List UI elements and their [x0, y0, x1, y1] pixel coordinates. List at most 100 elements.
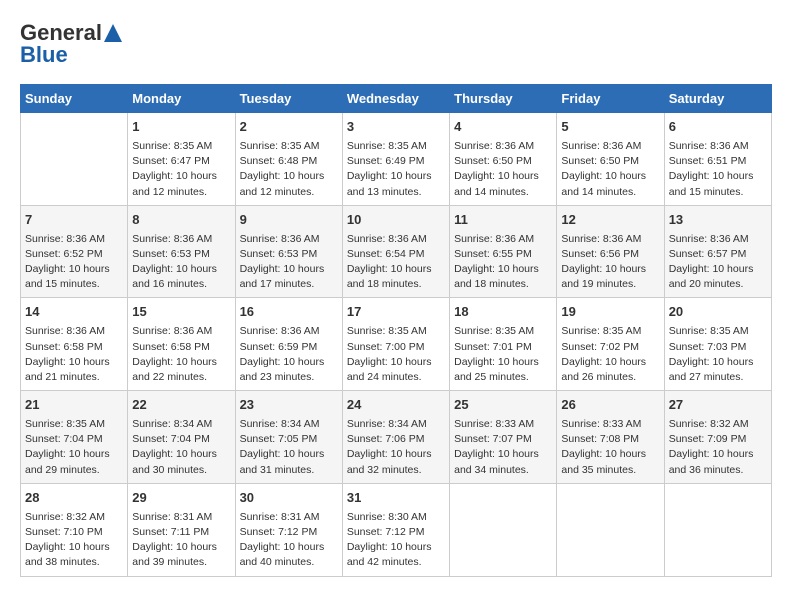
calendar-cell — [21, 113, 128, 206]
calendar-header-row: SundayMondayTuesdayWednesdayThursdayFrid… — [21, 85, 772, 113]
cell-content: Sunrise: 8:36 AM Sunset: 6:58 PM Dayligh… — [25, 324, 123, 385]
calendar-cell: 25 Sunrise: 8:33 AM Sunset: 7:07 PM Dayli… — [450, 391, 557, 484]
cell-content: Sunrise: 8:35 AM Sunset: 7:01 PM Dayligh… — [454, 324, 552, 385]
calendar-cell: 3 Sunrise: 8:35 AM Sunset: 6:49 PM Daylig… — [342, 113, 449, 206]
day-number: 20 — [669, 303, 767, 322]
day-number: 3 — [347, 118, 445, 137]
day-number: 30 — [240, 489, 338, 508]
cell-content: Sunrise: 8:31 AM Sunset: 7:11 PM Dayligh… — [132, 510, 230, 571]
logo: General Blue — [20, 20, 122, 68]
column-header-wednesday: Wednesday — [342, 85, 449, 113]
day-number: 7 — [25, 211, 123, 230]
cell-content: Sunrise: 8:34 AM Sunset: 7:05 PM Dayligh… — [240, 417, 338, 478]
day-number: 22 — [132, 396, 230, 415]
column-header-saturday: Saturday — [664, 85, 771, 113]
cell-content: Sunrise: 8:35 AM Sunset: 7:00 PM Dayligh… — [347, 324, 445, 385]
day-number: 2 — [240, 118, 338, 137]
cell-content: Sunrise: 8:36 AM Sunset: 6:57 PM Dayligh… — [669, 232, 767, 293]
day-number: 10 — [347, 211, 445, 230]
day-number: 13 — [669, 211, 767, 230]
calendar-cell: 27Sunrise: 8:32 AM Sunset: 7:09 PM Dayli… — [664, 391, 771, 484]
cell-content: Sunrise: 8:36 AM Sunset: 6:54 PM Dayligh… — [347, 232, 445, 293]
day-number: 5 — [561, 118, 659, 137]
calendar-cell: 2 Sunrise: 8:35 AM Sunset: 6:48 PM Daylig… — [235, 113, 342, 206]
day-number: 9 — [240, 211, 338, 230]
cell-content: Sunrise: 8:36 AM Sunset: 6:59 PM Dayligh… — [240, 324, 338, 385]
calendar-cell — [557, 483, 664, 576]
calendar-cell: 1Sunrise: 8:35 AM Sunset: 6:47 PM Daylig… — [128, 113, 235, 206]
column-header-friday: Friday — [557, 85, 664, 113]
cell-content: Sunrise: 8:32 AM Sunset: 7:10 PM Dayligh… — [25, 510, 123, 571]
cell-content: Sunrise: 8:35 AM Sunset: 6:48 PM Dayligh… — [240, 139, 338, 200]
calendar-week-5: 28Sunrise: 8:32 AM Sunset: 7:10 PM Dayli… — [21, 483, 772, 576]
calendar-cell — [450, 483, 557, 576]
cell-content: Sunrise: 8:36 AM Sunset: 6:50 PM Dayligh… — [454, 139, 552, 200]
calendar-cell: 26 Sunrise: 8:33 AM Sunset: 7:08 PM Dayli… — [557, 391, 664, 484]
calendar-cell: 16 Sunrise: 8:36 AM Sunset: 6:59 PM Dayli… — [235, 298, 342, 391]
day-number: 26 — [561, 396, 659, 415]
calendar-cell: 12 Sunrise: 8:36 AM Sunset: 6:56 PM Dayli… — [557, 205, 664, 298]
calendar-cell: 22 Sunrise: 8:34 AM Sunset: 7:04 PM Dayli… — [128, 391, 235, 484]
calendar-cell: 18 Sunrise: 8:35 AM Sunset: 7:01 PM Dayli… — [450, 298, 557, 391]
day-number: 11 — [454, 211, 552, 230]
cell-content: Sunrise: 8:36 AM Sunset: 6:50 PM Dayligh… — [561, 139, 659, 200]
cell-content: Sunrise: 8:33 AM Sunset: 7:07 PM Dayligh… — [454, 417, 552, 478]
calendar-cell: 19Sunrise: 8:35 AM Sunset: 7:02 PM Dayli… — [557, 298, 664, 391]
calendar-cell: 4Sunrise: 8:36 AM Sunset: 6:50 PM Daylig… — [450, 113, 557, 206]
cell-content: Sunrise: 8:36 AM Sunset: 6:58 PM Dayligh… — [132, 324, 230, 385]
calendar-cell: 6 Sunrise: 8:36 AM Sunset: 6:51 PM Daylig… — [664, 113, 771, 206]
calendar-cell: 31Sunrise: 8:30 AM Sunset: 7:12 PM Dayli… — [342, 483, 449, 576]
day-number: 25 — [454, 396, 552, 415]
calendar-cell — [664, 483, 771, 576]
cell-content: Sunrise: 8:35 AM Sunset: 6:49 PM Dayligh… — [347, 139, 445, 200]
calendar-week-4: 21 Sunrise: 8:35 AM Sunset: 7:04 PM Dayli… — [21, 391, 772, 484]
calendar-cell: 9 Sunrise: 8:36 AM Sunset: 6:53 PM Daylig… — [235, 205, 342, 298]
logo-icon — [104, 24, 122, 42]
cell-content: Sunrise: 8:36 AM Sunset: 6:53 PM Dayligh… — [240, 232, 338, 293]
calendar-cell: 14 Sunrise: 8:36 AM Sunset: 6:58 PM Dayli… — [21, 298, 128, 391]
logo-blue: Blue — [20, 42, 68, 68]
calendar-cell: 13 Sunrise: 8:36 AM Sunset: 6:57 PM Dayli… — [664, 205, 771, 298]
day-number: 18 — [454, 303, 552, 322]
calendar-cell: 7Sunrise: 8:36 AM Sunset: 6:52 PM Daylig… — [21, 205, 128, 298]
calendar-cell: 30Sunrise: 8:31 AM Sunset: 7:12 PM Dayli… — [235, 483, 342, 576]
calendar-cell: 23 Sunrise: 8:34 AM Sunset: 7:05 PM Dayli… — [235, 391, 342, 484]
cell-content: Sunrise: 8:34 AM Sunset: 7:06 PM Dayligh… — [347, 417, 445, 478]
column-header-tuesday: Tuesday — [235, 85, 342, 113]
day-number: 12 — [561, 211, 659, 230]
calendar-cell: 17 Sunrise: 8:35 AM Sunset: 7:00 PM Dayli… — [342, 298, 449, 391]
column-header-thursday: Thursday — [450, 85, 557, 113]
cell-content: Sunrise: 8:36 AM Sunset: 6:55 PM Dayligh… — [454, 232, 552, 293]
calendar-week-1: 1Sunrise: 8:35 AM Sunset: 6:47 PM Daylig… — [21, 113, 772, 206]
day-number: 23 — [240, 396, 338, 415]
cell-content: Sunrise: 8:32 AM Sunset: 7:09 PM Dayligh… — [669, 417, 767, 478]
cell-content: Sunrise: 8:30 AM Sunset: 7:12 PM Dayligh… — [347, 510, 445, 571]
day-number: 16 — [240, 303, 338, 322]
day-number: 17 — [347, 303, 445, 322]
cell-content: Sunrise: 8:36 AM Sunset: 6:51 PM Dayligh… — [669, 139, 767, 200]
calendar-cell: 15 Sunrise: 8:36 AM Sunset: 6:58 PM Dayli… — [128, 298, 235, 391]
calendar-cell: 10 Sunrise: 8:36 AM Sunset: 6:54 PM Dayli… — [342, 205, 449, 298]
cell-content: Sunrise: 8:35 AM Sunset: 7:04 PM Dayligh… — [25, 417, 123, 478]
cell-content: Sunrise: 8:34 AM Sunset: 7:04 PM Dayligh… — [132, 417, 230, 478]
day-number: 21 — [25, 396, 123, 415]
calendar-cell: 5 Sunrise: 8:36 AM Sunset: 6:50 PM Daylig… — [557, 113, 664, 206]
day-number: 1 — [132, 118, 230, 137]
cell-content: Sunrise: 8:33 AM Sunset: 7:08 PM Dayligh… — [561, 417, 659, 478]
cell-content: Sunrise: 8:36 AM Sunset: 6:53 PM Dayligh… — [132, 232, 230, 293]
calendar-cell: 21 Sunrise: 8:35 AM Sunset: 7:04 PM Dayli… — [21, 391, 128, 484]
day-number: 19 — [561, 303, 659, 322]
day-number: 6 — [669, 118, 767, 137]
day-number: 15 — [132, 303, 230, 322]
calendar-cell: 24 Sunrise: 8:34 AM Sunset: 7:06 PM Dayli… — [342, 391, 449, 484]
page-header: General Blue — [20, 20, 772, 68]
cell-content: Sunrise: 8:36 AM Sunset: 6:56 PM Dayligh… — [561, 232, 659, 293]
day-number: 14 — [25, 303, 123, 322]
calendar-cell: 8Sunrise: 8:36 AM Sunset: 6:53 PM Daylig… — [128, 205, 235, 298]
cell-content: Sunrise: 8:35 AM Sunset: 7:03 PM Dayligh… — [669, 324, 767, 385]
column-header-sunday: Sunday — [21, 85, 128, 113]
calendar-cell: 29 Sunrise: 8:31 AM Sunset: 7:11 PM Dayli… — [128, 483, 235, 576]
day-number: 29 — [132, 489, 230, 508]
calendar-week-3: 14 Sunrise: 8:36 AM Sunset: 6:58 PM Dayli… — [21, 298, 772, 391]
day-number: 24 — [347, 396, 445, 415]
